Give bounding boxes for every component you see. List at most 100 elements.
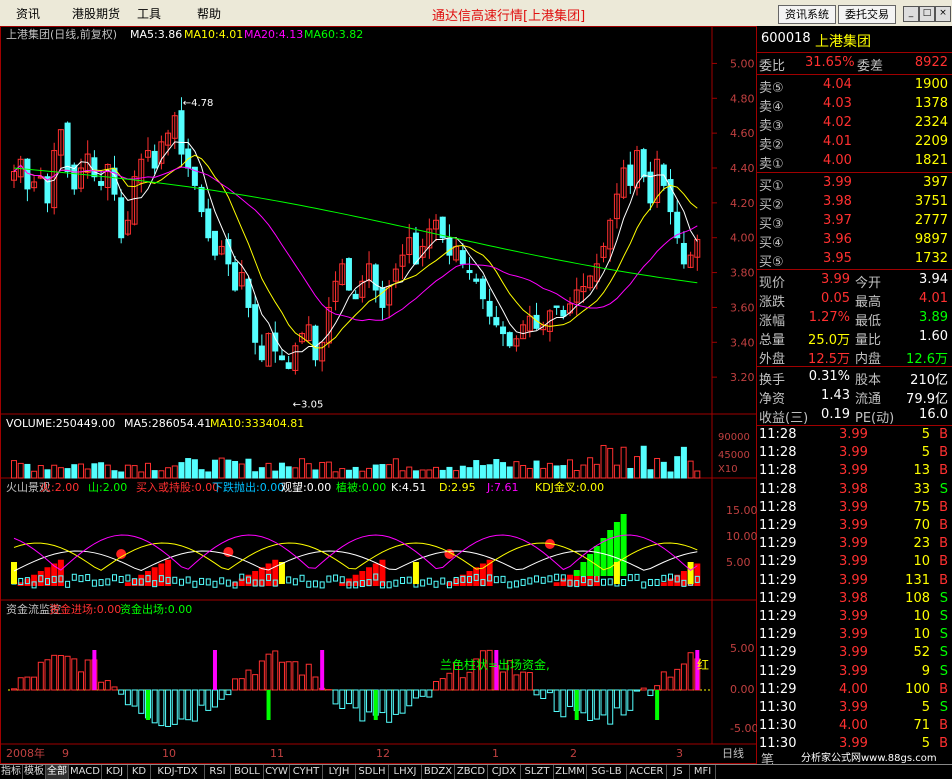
tab-boll[interactable]: BOLL — [231, 765, 264, 779]
vegetation-bar — [501, 576, 505, 582]
fund-flow-bar — [25, 677, 30, 690]
fund-flow-bar — [407, 690, 412, 706]
month-label: 2 — [570, 747, 577, 760]
menu-item-help[interactable]: 帮助 — [197, 5, 221, 22]
volume-bar — [313, 470, 318, 478]
candle-body — [346, 259, 351, 290]
volume-bar — [353, 467, 358, 478]
panel-separator — [757, 172, 952, 173]
tick-row: 11:293.9910S — [757, 608, 952, 627]
tick-time: 11:29 — [759, 664, 796, 679]
volume-bar — [628, 468, 633, 478]
tick-side: B — [939, 445, 948, 460]
maximize-icon[interactable]: □ — [919, 6, 935, 22]
bid-price: 3.98 — [823, 194, 852, 209]
stat-label: 收益(三) — [759, 407, 808, 426]
chart-border — [1, 27, 757, 764]
tab-sg-lb[interactable]: SG-LB — [587, 765, 627, 779]
tab-accer[interactable]: ACCER — [627, 765, 667, 779]
menu-item-news[interactable]: 资讯 — [16, 5, 40, 22]
news-system-button[interactable]: 资讯系统 — [778, 5, 836, 24]
bid-label: 买③ — [759, 213, 784, 232]
tab-kdj[interactable]: KDJ — [102, 765, 128, 779]
fund-flow-bar — [159, 690, 164, 726]
ask-label: 卖① — [759, 153, 784, 172]
vegetation-bar — [441, 578, 445, 584]
tick-row: 11:283.9913B — [757, 462, 952, 481]
mountain-bar — [621, 514, 627, 576]
month-label: 2008年 — [6, 746, 45, 760]
vegetation-bar — [99, 580, 103, 586]
volume-bar — [192, 460, 197, 478]
bid-volume: 9897 — [915, 232, 948, 247]
stat-value: 3.99 — [821, 272, 850, 287]
tick-row: 11:304.0071B — [757, 717, 952, 736]
trade-button[interactable]: 委托交易 — [838, 5, 896, 24]
minimize-icon[interactable]: _ — [903, 6, 919, 22]
fund-flow-bar — [527, 673, 532, 690]
stat-label: 涨幅 — [759, 310, 785, 329]
volume-bar — [467, 468, 472, 478]
tab-kd[interactable]: KD — [128, 765, 151, 779]
stat-value: 1.27% — [809, 310, 850, 325]
close-icon[interactable]: × — [935, 6, 951, 22]
candle-body — [554, 306, 559, 307]
tab-rsi[interactable]: RSI — [205, 765, 231, 779]
tab-cjdx[interactable]: CJDX — [488, 765, 521, 779]
vegetation-bar — [521, 579, 525, 585]
volume-bar — [105, 465, 110, 478]
tab-kdj-tdx[interactable]: KDJ-TDX — [151, 765, 205, 779]
fund-flow-bar — [460, 678, 465, 690]
ind1-legend-5: 下跌抛出:0.00 — [212, 480, 284, 494]
vegetation-bar — [327, 576, 331, 582]
tab-cyw[interactable]: CYW — [264, 765, 290, 779]
tab-macd[interactable]: MACD — [69, 765, 102, 779]
tab-js[interactable]: JS — [667, 765, 690, 779]
vegetation-bar — [628, 575, 632, 581]
tab-zlmm[interactable]: ZLMM — [554, 765, 587, 779]
volume-bar — [139, 472, 144, 478]
tab-slzt[interactable]: SLZT — [521, 765, 554, 779]
candle-body — [494, 318, 499, 325]
tick-row: 11:283.995B — [757, 426, 952, 445]
chart-title: 上港集团(日线,前复权) — [6, 27, 117, 41]
volume-bar — [346, 470, 351, 478]
tick-price: 3.99 — [839, 664, 868, 679]
volume-bar — [594, 464, 599, 478]
stat-row: 总量25.0万量比1.60 — [757, 328, 952, 347]
tick-row: 11:293.9910S — [757, 626, 952, 645]
tick-time: 11:29 — [759, 554, 796, 569]
tab-lyjh[interactable]: LYJH — [323, 765, 356, 779]
volume-bar — [72, 465, 77, 478]
ind1-legend-6: 观望:0.00 — [281, 481, 331, 494]
indicator-tab-bar: 指标模板全部MACDKDJKDKDJ-TDXRSIBOLLCYWCYHTLYJH… — [0, 764, 952, 779]
volume-bar — [521, 465, 526, 478]
tick-price: 3.99 — [839, 518, 868, 533]
tab-bdzx[interactable]: BDZX — [422, 765, 455, 779]
volume-bar — [648, 470, 653, 478]
menu-item-hk-futures[interactable]: 港股期货 — [72, 5, 120, 22]
volume-bar — [266, 463, 271, 478]
tab-cyht[interactable]: CYHT — [290, 765, 323, 779]
ask-volume: 2209 — [915, 134, 948, 149]
fund-flow-bar — [581, 690, 586, 713]
tab-mfi[interactable]: MFI — [690, 765, 716, 779]
window-title: 通达信高速行情[上港集团] — [432, 5, 585, 24]
tab-sdlh[interactable]: SDLH — [356, 765, 389, 779]
tab-全部[interactable]: 全部 — [46, 765, 69, 779]
kline-chart[interactable]: 5.004.804.604.404.204.003.803.603.403.20… — [0, 26, 757, 764]
tab-zbcd[interactable]: ZBCD — [455, 765, 488, 779]
webi-value: 31.65% — [805, 55, 855, 70]
fund-in-bar — [92, 650, 96, 690]
tab-指标[interactable]: 指标 — [0, 765, 23, 779]
tick-price: 3.99 — [839, 573, 868, 588]
fund-flow-bar — [655, 686, 660, 690]
tab-模板[interactable]: 模板 — [23, 765, 46, 779]
tick-volume: 71 — [913, 718, 930, 733]
volcano-bar — [125, 582, 131, 586]
fund-flow-bar — [186, 690, 191, 720]
menu-item-tools[interactable]: 工具 — [137, 5, 161, 22]
tick-volume: 5 — [922, 427, 930, 442]
high-price-label: ←4.78 — [183, 98, 214, 109]
tab-lhxj[interactable]: LHXJ — [389, 765, 422, 779]
